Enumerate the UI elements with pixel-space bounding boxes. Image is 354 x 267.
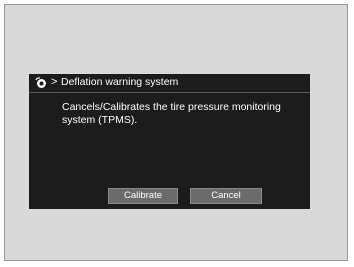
header-divider — [29, 92, 310, 93]
tpms-dialog: > Deflation warning system Cancels/Calib… — [29, 74, 310, 209]
cancel-button[interactable]: Cancel — [190, 188, 262, 204]
page-title: Deflation warning system — [61, 76, 179, 88]
screen-header: > Deflation warning system — [29, 74, 310, 91]
settings-icon[interactable] — [35, 77, 48, 89]
dialog-message: Cancels/Calibrates the tire pressure mon… — [62, 101, 281, 126]
page-frame: > Deflation warning system Cancels/Calib… — [4, 4, 348, 261]
chevron-right-icon: > — [51, 76, 58, 88]
calibrate-button[interactable]: Calibrate — [108, 188, 178, 204]
